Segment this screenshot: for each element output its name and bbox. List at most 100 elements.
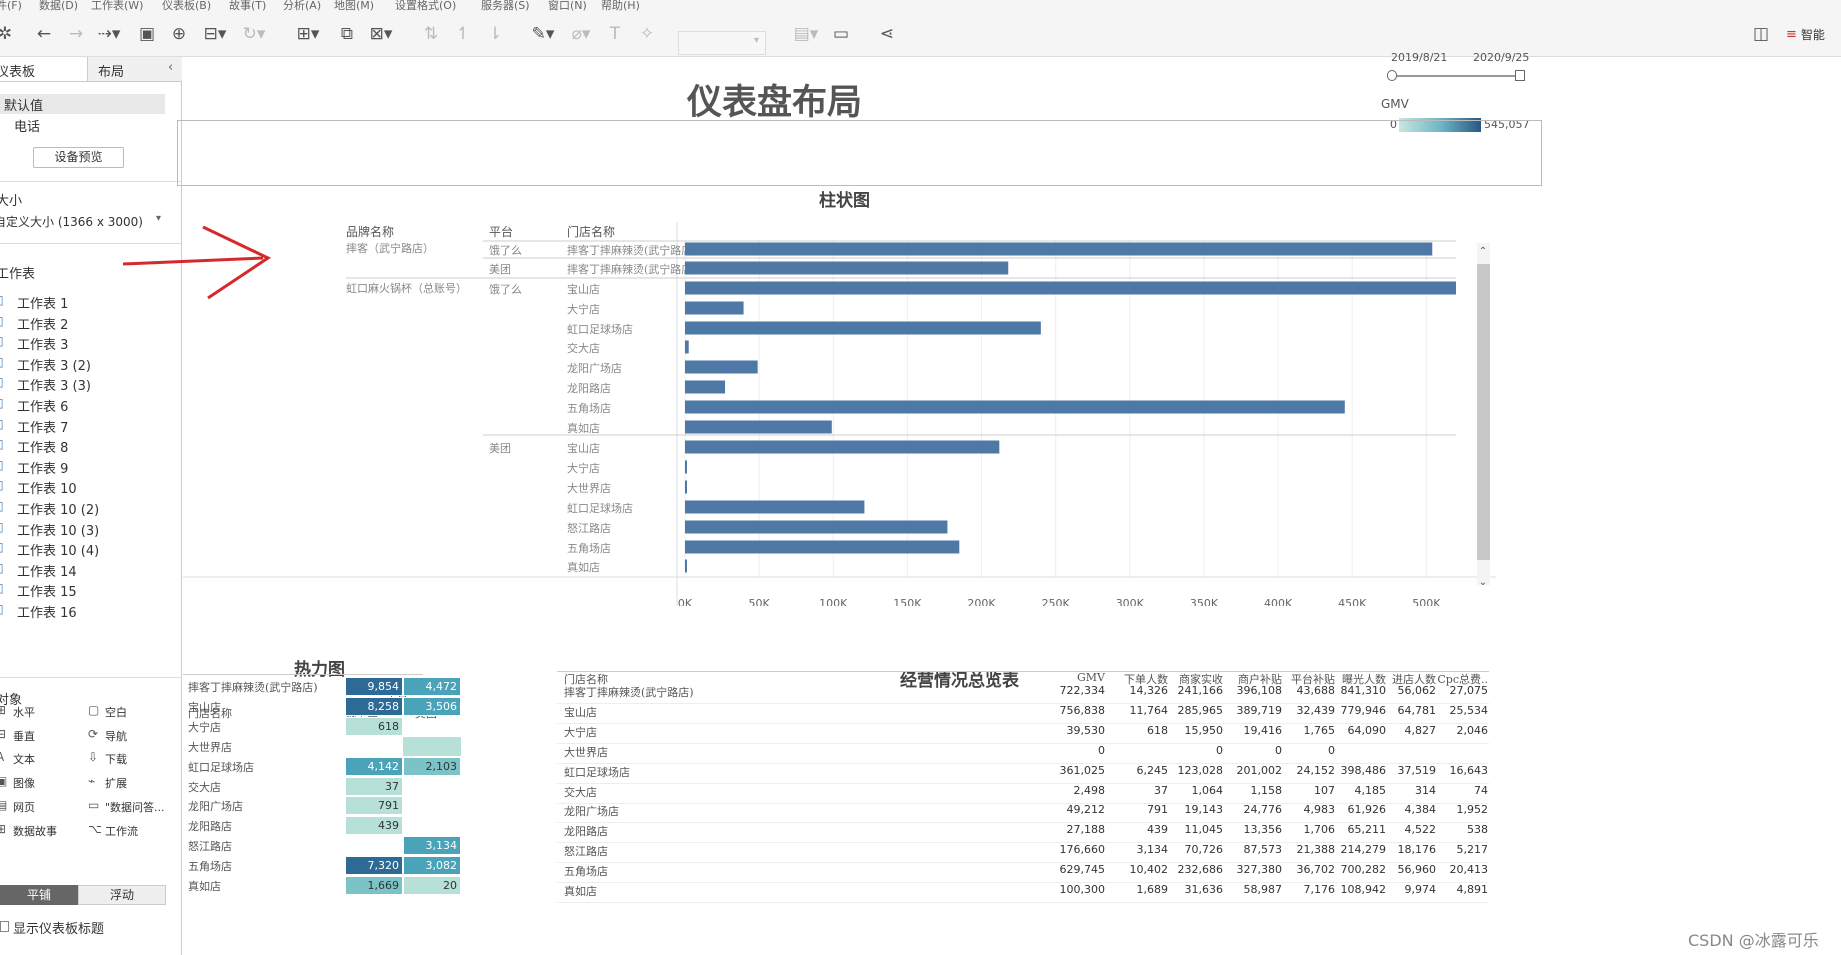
object-item[interactable]: ⊞ 水平 [0, 703, 86, 721]
collapse-icon[interactable]: ‹ [168, 60, 173, 75]
labels-icon[interactable]: T [604, 22, 626, 46]
bar[interactable] [685, 242, 1433, 256]
bar[interactable] [685, 559, 687, 573]
menu-item[interactable]: 数据(D) [39, 0, 78, 11]
bar[interactable] [685, 540, 960, 554]
sheet-item[interactable]: ▯ 工作表 9 [0, 458, 170, 477]
menu-item[interactable]: 仪表板(B) [162, 0, 211, 11]
sheet-item[interactable]: ▯ 工作表 10 (3) [0, 520, 170, 539]
table-row[interactable]: 五角场店 629,745 10,402 232,686 327,380 36,702 700… [183, 863, 1548, 884]
bar[interactable] [685, 380, 726, 394]
highlight-icon[interactable]: ✎▾ [528, 22, 558, 46]
table-row[interactable]: 真如店 100,300 1,689 31,636 58,987 7,176 108,942 9… [183, 883, 1548, 903]
device-default[interactable]: 默认值 [0, 94, 165, 114]
device-preview-button[interactable]: 设备预览 [33, 147, 124, 168]
sheet-item[interactable]: ▯ 工作表 3 [0, 334, 170, 353]
menu-item[interactable]: 地图(M) [334, 0, 374, 11]
sheet-item[interactable]: ▯ 工作表 6 [0, 396, 170, 415]
fit-select[interactable]: ▾ [678, 31, 766, 55]
object-item[interactable]: A 文本 [0, 750, 86, 768]
bar[interactable] [685, 520, 948, 534]
bar[interactable] [685, 301, 744, 315]
menu-item[interactable]: 服务器(S) [481, 0, 530, 11]
sheet-item[interactable]: ▯ 工作表 10 (2) [0, 499, 170, 518]
sheet-item[interactable]: ▯ 工作表 3 (2) [0, 355, 170, 374]
bar[interactable] [685, 440, 1000, 454]
table-row[interactable]: 大世界店 0 0 0 0 [183, 744, 1548, 764]
sheet-item[interactable]: ▯ 工作表 14 [0, 561, 170, 580]
presentation-icon[interactable]: ▭ [830, 22, 852, 46]
undo-icon[interactable]: ← [32, 22, 56, 46]
show-title-checkbox[interactable] [0, 921, 9, 932]
scroll-up-icon[interactable]: ⌃ [1479, 246, 1487, 257]
share-icon[interactable]: ⋖ [876, 22, 898, 46]
bar[interactable] [685, 460, 687, 474]
bar[interactable] [685, 281, 1456, 295]
pause-update-icon[interactable]: ⊟▾ [200, 22, 230, 46]
tableau-icon[interactable]: ✲ [0, 22, 12, 46]
sort-asc-icon[interactable]: ↿ [452, 22, 474, 46]
bar[interactable] [685, 500, 865, 514]
tab-layout[interactable]: 布局 ‹ [87, 57, 182, 82]
object-item[interactable]: ⌥ 工作流 [88, 822, 178, 840]
new-worksheet-icon[interactable]: ⊞▾ [292, 22, 324, 46]
menu-item[interactable]: 故事(T) [229, 0, 266, 11]
menu-item[interactable]: 帮助(H) [601, 0, 640, 11]
object-item[interactable]: ⟳ 导航 [88, 727, 178, 745]
new-datasource-icon[interactable]: ⊕ [168, 22, 190, 46]
swap-icon[interactable]: ⇅ [420, 22, 442, 46]
menu-item[interactable]: 窗口(N) [548, 0, 587, 11]
bar[interactable] [685, 360, 758, 374]
table-row[interactable]: 龙阳路店 27,188 439 11,045 13,356 1,706 65,211 4,52… [183, 823, 1548, 844]
sheet-item[interactable]: ▯ 工作表 16 [0, 602, 170, 621]
object-item[interactable]: ⊞ 数据故事 [0, 822, 86, 840]
device-phone[interactable]: 电话 [14, 116, 40, 135]
bar[interactable] [685, 321, 1041, 335]
sheet-item[interactable]: ▯ 工作表 8 [0, 437, 170, 456]
sheet-item[interactable]: ▯ 工作表 10 (4) [0, 540, 170, 559]
object-item[interactable]: ⇩ 下载 [88, 750, 178, 768]
clear-sheet-icon[interactable]: ⊠▾ [365, 22, 397, 46]
menu-item[interactable]: 分析(A) [283, 0, 321, 11]
menu-item[interactable]: 设置格式(O) [395, 0, 456, 11]
object-item[interactable]: ⌁ 扩展 [88, 774, 178, 792]
object-item[interactable]: ▤ 网页 [0, 798, 86, 816]
table-row[interactable]: 虹口足球场店 361,025 6,245 123,028 201,002 24,152 39… [183, 764, 1548, 784]
bar[interactable] [685, 400, 1345, 414]
refresh-icon[interactable]: ↻▾ [236, 22, 272, 46]
bar[interactable] [685, 480, 687, 494]
redo-icon[interactable]: → [64, 22, 88, 46]
table-row[interactable]: 怒江路店 176,660 3,134 70,726 87,573 21,388 214,27… [183, 843, 1548, 864]
object-item[interactable]: ▣ 图像 [0, 774, 86, 792]
sheet-item[interactable]: ▯ 工作表 15 [0, 581, 170, 600]
bar[interactable] [685, 420, 832, 434]
show-me-icon[interactable]: ◫ [1750, 22, 1772, 46]
sheet-item[interactable]: ▯ 工作表 7 [0, 417, 170, 436]
bar[interactable] [685, 261, 1009, 275]
scroll-down-icon[interactable]: ⌄ [1479, 577, 1487, 588]
tile-button[interactable]: 平铺 [0, 885, 78, 905]
float-button[interactable]: 浮动 [78, 885, 166, 905]
save-icon[interactable]: ▣ [136, 22, 158, 46]
table-row[interactable]: 交大店 2,498 37 1,064 1,158 107 4,185 314 74 [183, 784, 1548, 804]
sheet-item[interactable]: ▯ 工作表 3 (3) [0, 375, 170, 394]
table-row[interactable]: 摔客丁摔麻辣烫(武宁路店) 722,334 14,326 241,166 396,108… [183, 684, 1548, 704]
menu-item[interactable]: 工作表(W) [91, 0, 143, 11]
table-row[interactable]: 龙阳广场店 49,212 791 19,143 24,776 4,983 61,926 4,3… [183, 803, 1548, 824]
sheet-item[interactable]: ▯ 工作表 10 [0, 478, 170, 497]
sheet-item[interactable]: ▯ 工作表 2 [0, 314, 170, 333]
bar[interactable] [685, 340, 689, 354]
sort-desc-icon[interactable]: ⇂ [484, 22, 506, 46]
show-cards-icon[interactable]: ▤▾ [790, 22, 822, 46]
group-icon[interactable]: ⌀▾ [566, 22, 596, 46]
scrollbar-thumb[interactable] [1477, 264, 1490, 560]
duplicate-icon[interactable]: ⧉ [336, 22, 358, 46]
table-row[interactable]: 宝山店 756,838 11,764 285,965 389,719 32,439 779,… [183, 704, 1548, 724]
smart-button[interactable]: ≡ 智能 [1786, 22, 1841, 46]
object-item[interactable]: ▭ "数据问答... [88, 798, 178, 816]
table-row[interactable]: 大宁店 39,530 618 15,950 19,416 1,765 64,090 4,827… [183, 724, 1548, 744]
replay-icon[interactable]: ⇢▾ [94, 22, 124, 46]
date-slider-start-handle[interactable] [1387, 70, 1397, 81]
object-item[interactable]: ▢ 空白 [88, 703, 178, 721]
date-slider-end-handle[interactable] [1515, 70, 1525, 81]
